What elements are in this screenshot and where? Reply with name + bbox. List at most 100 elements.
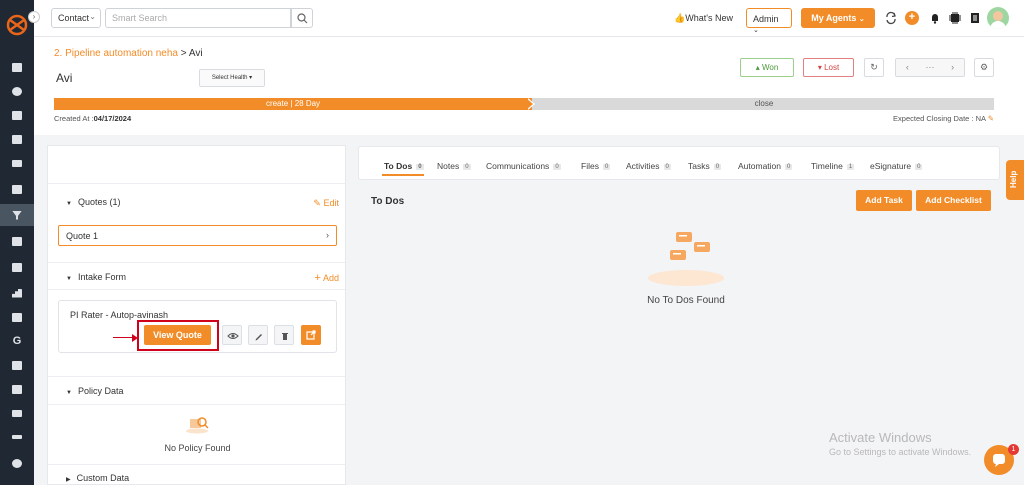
reports-chart-icon[interactable]: [0, 282, 34, 304]
share-form-button[interactable]: [301, 325, 321, 345]
won-label: Won: [761, 63, 779, 72]
whats-new-link[interactable]: 👍What's New: [674, 13, 733, 24]
document-icon[interactable]: [968, 11, 982, 25]
eye-icon: [227, 333, 239, 339]
chevron-right-icon: ›: [326, 230, 329, 240]
list-icon[interactable]: [0, 152, 34, 174]
settings-button[interactable]: ⚙: [974, 58, 994, 77]
tab-to-dos[interactable]: To Dos 0: [384, 161, 424, 171]
intake-form-section-header[interactable]: ▼ Intake Form: [66, 272, 126, 282]
quotes-edit-button[interactable]: ✎ Edit: [313, 198, 339, 209]
profile-card-icon[interactable]: [0, 178, 34, 200]
intake-add-button[interactable]: + Add: [315, 272, 339, 284]
won-button[interactable]: ▴ Won: [740, 58, 794, 77]
edit-pencil-icon[interactable]: ✎: [988, 114, 994, 123]
expected-closing-date: Expected Closing Date : NA ✎: [893, 114, 994, 123]
created-value: 04/17/2024: [93, 114, 132, 123]
clipboard-icon[interactable]: [0, 354, 34, 376]
divider: [48, 183, 345, 184]
breadcrumb-separator: >: [180, 48, 187, 59]
billing-dollar-icon[interactable]: [0, 452, 34, 474]
no-todos-message: No To Dos Found: [647, 295, 725, 306]
stage-current[interactable]: create | 28 Day: [54, 98, 532, 110]
tab-activities[interactable]: Activities 0: [626, 161, 671, 171]
quote-item-label: Quote 1: [66, 231, 99, 241]
chevron-down-icon: ▾: [249, 75, 253, 81]
divider: [48, 289, 345, 290]
annotation-arrow: [113, 337, 133, 338]
stage-arrow: [526, 98, 533, 110]
empty-policy-illustration-icon: [186, 417, 209, 434]
divider: [48, 376, 345, 377]
documents-icon[interactable]: [0, 104, 34, 126]
tab-automation[interactable]: Automation 0: [738, 161, 793, 171]
sync-icon[interactable]: [884, 11, 898, 25]
admin-dropdown[interactable]: Admin ⌄: [746, 8, 792, 34]
smart-search-input[interactable]: Smart Search: [105, 8, 291, 28]
quick-add-plus-icon[interactable]: +: [905, 11, 919, 25]
thumbs-up-icon: 👍: [674, 13, 686, 23]
megaphone-icon[interactable]: [0, 230, 34, 252]
contacts-icon[interactable]: [0, 80, 34, 102]
quotes-section-header[interactable]: ▼ Quotes (1): [66, 197, 120, 207]
institution-icon[interactable]: [0, 128, 34, 150]
custom-data-section-header[interactable]: ▶ Custom Data: [66, 473, 129, 483]
tab-label: Automation: [738, 161, 781, 171]
google-icon[interactable]: G: [0, 330, 34, 352]
no-policy-message: No Policy Found: [164, 443, 231, 453]
policy-data-title: Policy Data: [77, 386, 124, 396]
delete-form-button[interactable]: [274, 325, 294, 345]
app-logo-icon[interactable]: [6, 14, 28, 36]
my-agents-button[interactable]: My Agents ⌄: [801, 8, 875, 28]
more-options-button[interactable]: ···: [919, 59, 942, 76]
policy-data-section-header[interactable]: ▼ Policy Data: [66, 386, 123, 396]
add-checklist-button[interactable]: Add Checklist: [916, 190, 991, 211]
tab-files[interactable]: Files 0: [581, 161, 611, 171]
tab-label: Tasks: [688, 161, 710, 171]
tab-count-badge: 1: [846, 164, 855, 170]
module-select[interactable]: Contact ⌄: [51, 8, 101, 28]
dashboard-icon[interactable]: [0, 56, 34, 78]
select-health-dropdown[interactable]: Select Health ▾: [199, 69, 265, 87]
calendar-sheet-icon[interactable]: [0, 256, 34, 278]
folder-icon[interactable]: [0, 306, 34, 328]
lost-label: Lost: [824, 63, 840, 72]
my-agents-label: My Agents: [811, 13, 857, 23]
help-tab[interactable]: Help: [1006, 160, 1024, 200]
sidebar-collapse-chevron-icon[interactable]: ›: [28, 11, 40, 23]
breadcrumb-pipeline-link[interactable]: 2. Pipeline automation neha: [54, 48, 178, 59]
chevron-down-icon: ⌄: [753, 27, 759, 34]
stage-next[interactable]: close: [534, 98, 994, 110]
pipeline-filter-icon[interactable]: [0, 204, 34, 226]
chat-notification-badge: 1: [1008, 444, 1019, 455]
edit-form-button[interactable]: [248, 325, 268, 345]
mail-icon[interactable]: [0, 402, 34, 424]
lost-button[interactable]: ▾ Lost: [803, 58, 854, 77]
chip-icon[interactable]: [948, 11, 962, 25]
tab-count-badge: 0: [915, 164, 923, 170]
chevron-down-icon: ⌄: [858, 16, 865, 23]
refresh-button[interactable]: ↻: [864, 58, 884, 77]
caret-down-icon: ▼: [66, 276, 72, 282]
bell-icon[interactable]: [928, 11, 942, 25]
tab-timeline[interactable]: Timeline 1: [811, 161, 855, 171]
tab-notes[interactable]: Notes 0: [437, 161, 471, 171]
calendar-icon[interactable]: [0, 378, 34, 400]
view-quote-button[interactable]: View Quote: [144, 325, 211, 345]
tab-communications[interactable]: Communications 0: [486, 161, 561, 171]
tab-esignature[interactable]: eSignature 0: [870, 161, 923, 171]
quote-item[interactable]: Quote 1 ›: [58, 225, 337, 246]
page-title: Avi: [56, 71, 73, 85]
stage-progress-bar: create | 28 Day close: [54, 98, 994, 110]
preview-button[interactable]: [222, 325, 242, 345]
search-button[interactable]: [291, 8, 313, 28]
tab-tasks[interactable]: Tasks 0: [688, 161, 722, 171]
prev-record-chevron-icon[interactable]: ‹: [896, 59, 919, 76]
user-avatar[interactable]: [987, 7, 1009, 29]
trash-icon: [282, 333, 288, 340]
signature-icon[interactable]: [0, 426, 34, 448]
left-details-panel: ▼ Quotes (1) ✎ Edit Quote 1 › ▼ Intake For…: [47, 145, 346, 485]
add-task-button[interactable]: Add Task: [856, 190, 912, 211]
next-record-chevron-icon[interactable]: ›: [941, 59, 964, 76]
pencil-icon: ✎: [313, 198, 321, 208]
